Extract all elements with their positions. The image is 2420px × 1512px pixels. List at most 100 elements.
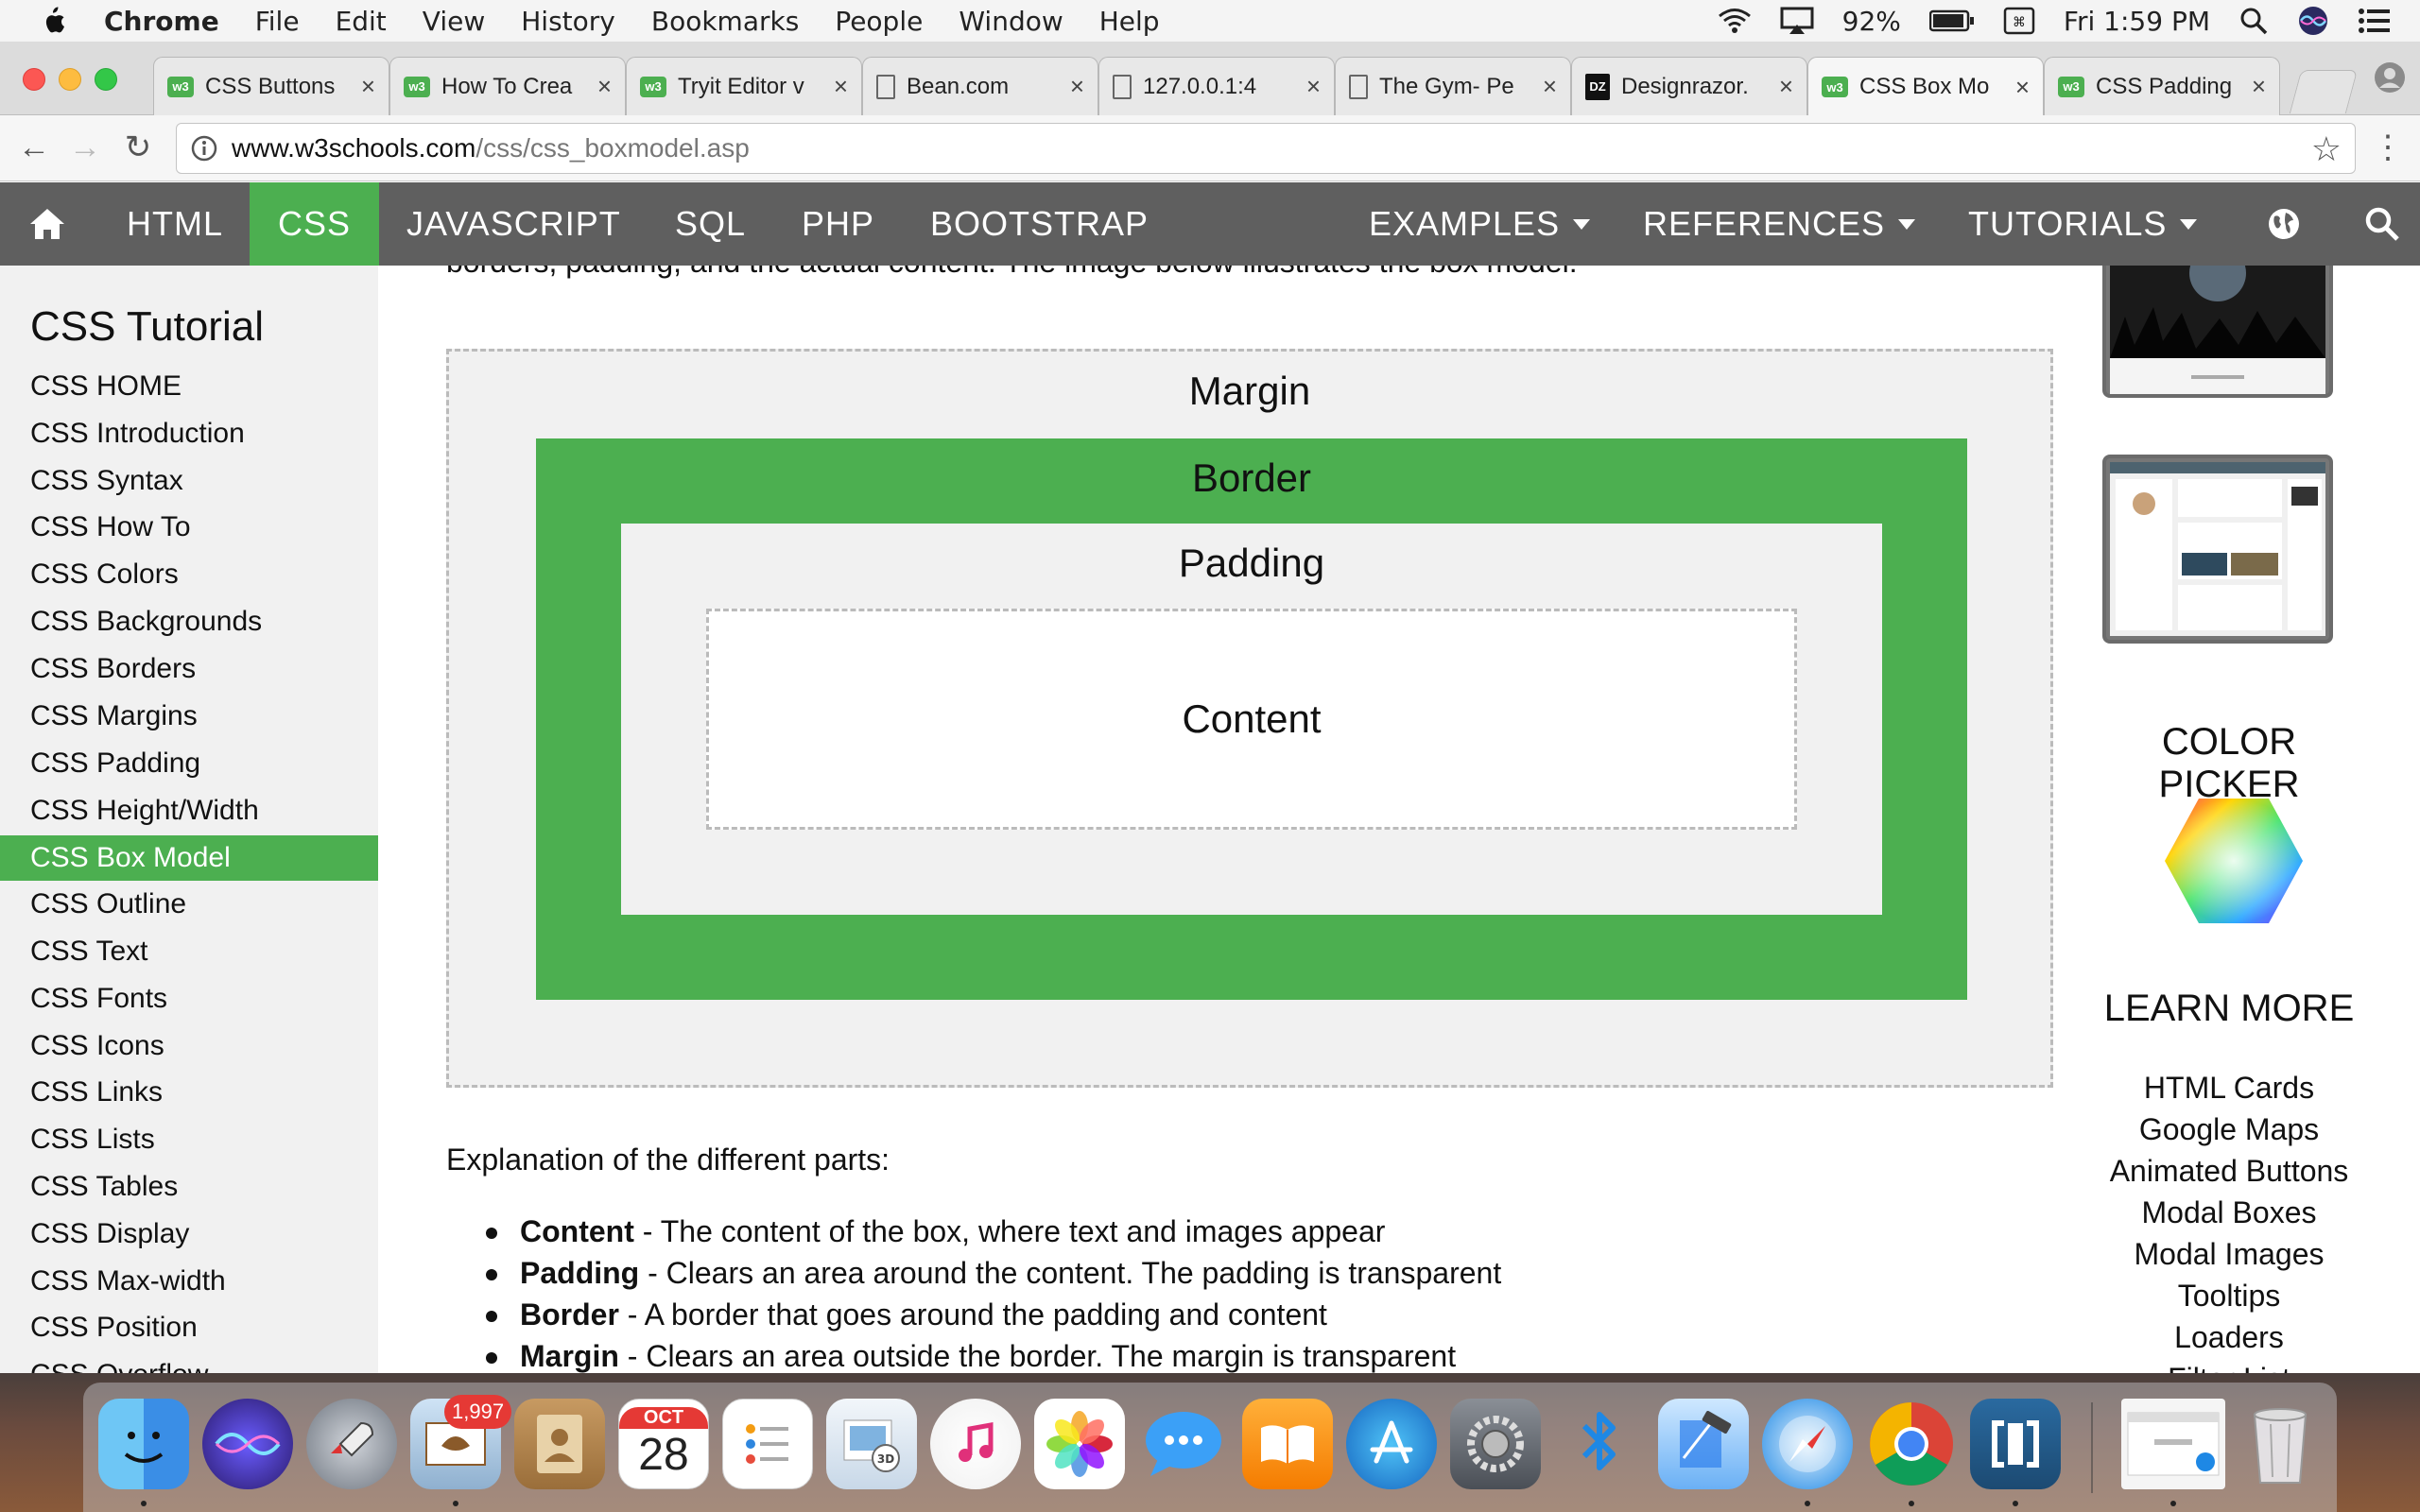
sidebar-item-css-how-to[interactable]: CSS How To <box>0 505 378 550</box>
sidebar-item-css-tables[interactable]: CSS Tables <box>0 1164 378 1210</box>
tab-designrazor[interactable]: DZ Designrazor. × <box>1571 57 1807 115</box>
sidebar-item-css-outline[interactable]: CSS Outline <box>0 882 378 927</box>
nav-html[interactable]: HTML <box>98 182 251 266</box>
window-minimize-button[interactable] <box>59 68 81 91</box>
sidebar-item-css-syntax[interactable]: CSS Syntax <box>0 458 378 504</box>
menu-bookmarks[interactable]: Bookmarks <box>651 6 799 37</box>
address-bar[interactable]: www.w3schools.com/css/css_boxmodel.asp ☆ <box>176 123 2356 174</box>
sidebar-item-css-max-width[interactable]: CSS Max-width <box>0 1259 378 1304</box>
apple-icon[interactable] <box>38 6 66 36</box>
system-preferences-icon[interactable] <box>1450 1399 1541 1489</box>
link-loaders[interactable]: Loaders <box>2087 1320 2371 1355</box>
spotlight-search-icon[interactable] <box>2238 6 2269 36</box>
menu-window[interactable]: Window <box>959 6 1063 37</box>
menu-history[interactable]: History <box>521 6 615 37</box>
tab-how-to[interactable]: w3 How To Crea × <box>389 57 626 115</box>
menu-view[interactable]: View <box>423 6 485 37</box>
menu-help[interactable]: Help <box>1099 6 1160 37</box>
sidebar-item-css-fonts[interactable]: CSS Fonts <box>0 976 378 1022</box>
chrome-menu-icon[interactable]: ⋮ <box>2369 129 2407 166</box>
bluetooth-icon[interactable] <box>1554 1399 1645 1489</box>
sidebar-item-css-introduction[interactable]: CSS Introduction <box>0 411 378 456</box>
link-tooltips[interactable]: Tooltips <box>2087 1279 2371 1314</box>
menu-file[interactable]: File <box>255 6 300 37</box>
tab-the-gym[interactable]: The Gym- Pe × <box>1335 57 1571 115</box>
photos-icon[interactable] <box>1034 1399 1125 1489</box>
reload-icon[interactable]: ↻ <box>119 129 157 166</box>
tab-close-icon[interactable]: × <box>1306 72 1321 101</box>
sidebar-item-css-borders[interactable]: CSS Borders <box>0 646 378 692</box>
itunes-icon[interactable] <box>930 1399 1021 1489</box>
link-modal-boxes[interactable]: Modal Boxes <box>2087 1195 2371 1230</box>
new-tab-button[interactable] <box>2289 70 2359 113</box>
sidebar-item-css-lists[interactable]: CSS Lists <box>0 1117 378 1162</box>
menu-app-chrome[interactable]: Chrome <box>104 6 219 37</box>
globe-icon[interactable] <box>2238 182 2329 266</box>
link-google-maps[interactable]: Google Maps <box>2087 1112 2371 1147</box>
sidebar-item-css-height-width[interactable]: CSS Height/Width <box>0 788 378 833</box>
tab-localhost[interactable]: 127.0.0.1:4 × <box>1098 57 1335 115</box>
tab-close-icon[interactable]: × <box>2015 73 2030 102</box>
link-modal-images[interactable]: Modal Images <box>2087 1237 2371 1272</box>
info-icon[interactable] <box>190 134 218 163</box>
tab-css-box-model[interactable]: w3 CSS Box Mo × <box>1807 57 2044 116</box>
battery-icon[interactable] <box>1928 9 1975 32</box>
app-store-icon[interactable] <box>1346 1399 1437 1489</box>
color-picker-hexagon-icon[interactable] <box>2163 795 2305 927</box>
nav-tutorials[interactable]: TUTORIALS <box>1940 182 2225 266</box>
wifi-icon[interactable] <box>1718 8 1752 34</box>
tab-close-icon[interactable]: × <box>361 72 375 101</box>
window-preview-icon[interactable] <box>2121 1399 2225 1489</box>
keyboard-viewer-icon[interactable]: ⌘ <box>2003 7 2035 35</box>
link-html-cards[interactable]: HTML Cards <box>2087 1071 2371 1106</box>
nav-bootstrap[interactable]: BOOTSTRAP <box>902 182 1177 266</box>
notification-center-icon[interactable] <box>2358 8 2392 34</box>
sidebar-item-css-links[interactable]: CSS Links <box>0 1070 378 1115</box>
template-thumbnail-social[interactable] <box>2102 455 2333 644</box>
sidebar-item-css-overflow[interactable]: CSS Overflow <box>0 1352 378 1373</box>
siri-menubar-icon[interactable] <box>2297 5 2329 37</box>
tab-tryit-editor[interactable]: w3 Tryit Editor v × <box>626 57 862 115</box>
window-zoom-button[interactable] <box>95 68 117 91</box>
airplay-icon[interactable] <box>1780 7 1814 35</box>
nav-css[interactable]: CSS <box>250 182 380 266</box>
sidebar-item-css-padding[interactable]: CSS Padding <box>0 741 378 786</box>
sidebar-item-css-position[interactable]: CSS Position <box>0 1305 378 1350</box>
preview-icon[interactable]: 3D <box>826 1399 917 1489</box>
xcode-icon[interactable] <box>1658 1399 1749 1489</box>
chrome-icon[interactable] <box>1866 1399 1957 1489</box>
tab-close-icon[interactable]: × <box>1779 72 1793 101</box>
reminders-icon[interactable] <box>722 1399 813 1489</box>
nav-references[interactable]: REFERENCES <box>1615 182 1944 266</box>
trash-icon[interactable] <box>2235 1399 2325 1489</box>
link-animated-buttons[interactable]: Animated Buttons <box>2087 1154 2371 1189</box>
tab-bean[interactable]: Bean.com × <box>862 57 1098 115</box>
messages-icon[interactable] <box>1138 1399 1229 1489</box>
tab-css-padding[interactable]: w3 CSS Padding × <box>2044 57 2280 115</box>
launchpad-icon[interactable] <box>306 1399 397 1489</box>
nav-javascript[interactable]: JAVASCRIPT <box>378 182 649 266</box>
site-search-icon[interactable] <box>2335 182 2420 266</box>
home-icon[interactable] <box>0 182 95 266</box>
sidebar-item-css-margins[interactable]: CSS Margins <box>0 694 378 739</box>
nav-examples[interactable]: EXAMPLES <box>1340 182 1618 266</box>
sidebar-item-css-text[interactable]: CSS Text <box>0 929 378 974</box>
tab-close-icon[interactable]: × <box>1070 72 1084 101</box>
menu-edit[interactable]: Edit <box>336 6 387 37</box>
nav-sql[interactable]: SQL <box>647 182 774 266</box>
link-filter-list[interactable]: Filter List <box>2087 1362 2371 1373</box>
forward-arrow-icon[interactable]: → <box>66 129 104 166</box>
nav-php[interactable]: PHP <box>773 182 903 266</box>
tab-close-icon[interactable]: × <box>1543 72 1557 101</box>
menu-people[interactable]: People <box>835 6 923 37</box>
finder-icon[interactable] <box>98 1399 189 1489</box>
sidebar-item-css-home[interactable]: CSS HOME <box>0 364 378 409</box>
sidebar-item-css-colors[interactable]: CSS Colors <box>0 552 378 597</box>
menubar-clock[interactable]: Fri 1:59 PM <box>2064 6 2210 37</box>
window-close-button[interactable] <box>23 68 45 91</box>
tab-close-icon[interactable]: × <box>2252 72 2266 101</box>
tab-css-buttons[interactable]: w3 CSS Buttons × <box>153 57 389 115</box>
contacts-icon[interactable] <box>514 1399 605 1489</box>
back-arrow-icon[interactable]: ← <box>15 129 53 166</box>
calendar-icon[interactable]: OCT 28 <box>618 1399 709 1489</box>
